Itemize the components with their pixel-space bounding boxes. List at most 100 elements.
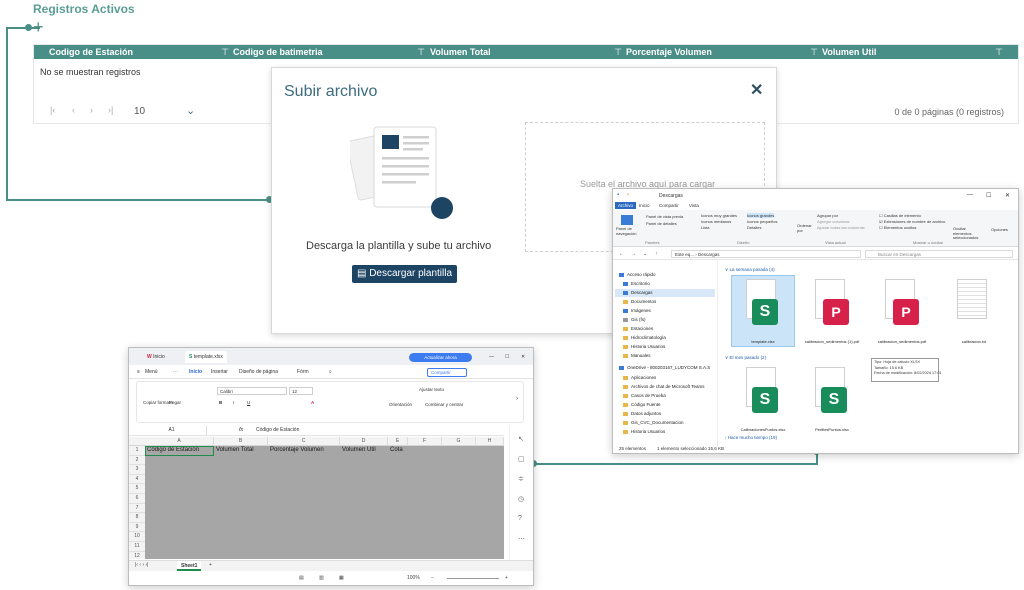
details-view-button[interactable]: Detalles — [747, 225, 761, 230]
font-family-select[interactable]: Calibri — [217, 387, 287, 395]
col-header-a[interactable]: A — [145, 437, 214, 446]
nav-item-hidroclimatologia[interactable]: Hidroclimatología — [623, 335, 666, 340]
tab-compartir[interactable]: Compartir — [659, 203, 679, 208]
nav-item-desktop[interactable]: Escritorio — [623, 281, 650, 286]
chevron-down-icon[interactable]: ⌄ — [186, 104, 195, 117]
nav-item-casos-prueba[interactable]: Casos de Prueba — [623, 393, 666, 398]
col-header-codigo-estacion[interactable]: Codigo de Estación — [49, 45, 133, 59]
upgrade-button[interactable]: Actualizar ahora — [409, 353, 472, 362]
filter-icon[interactable]: ⊤ — [809, 45, 819, 59]
minimize-icon[interactable]: — — [485, 351, 498, 363]
nav-item-estaciones[interactable]: Estaciones — [623, 326, 653, 331]
nav-item-documents[interactable]: Documentos — [623, 299, 656, 304]
more-icon[interactable]: ⋯ — [173, 369, 178, 375]
filter-icon[interactable]: ≑ — [518, 475, 524, 483]
file-calibraciones-puntos-xlsx[interactable]: S CalibracionesPuntos.xlsx — [732, 365, 794, 445]
tab-archivo[interactable]: Archivo — [615, 202, 637, 209]
nav-item-gis[interactable]: Gis (fs) — [623, 317, 646, 322]
tab-template-file[interactable]: S template.xlsx — [185, 351, 227, 363]
col-header-g[interactable]: G — [442, 437, 476, 446]
close-icon[interactable]: ✕ — [517, 351, 529, 363]
filter-icon[interactable]: ⊤ — [613, 45, 623, 59]
row-header[interactable]: 3 — [129, 465, 145, 475]
row-header[interactable]: 2 — [129, 455, 145, 466]
orientation-button[interactable]: Orientación — [389, 402, 412, 407]
large-icons-button[interactable]: Iconos grandes — [747, 213, 775, 218]
col-header-e[interactable]: E — [388, 437, 408, 446]
file-calibracion-txt[interactable]: calibracion.txt — [943, 277, 1005, 357]
tab-home[interactable]: W Inicio — [143, 351, 169, 363]
nav-item-manuales[interactable]: Manuales — [623, 353, 651, 358]
menu-item-diseno[interactable]: Diseño de página — [239, 369, 278, 375]
add-sheet-icon[interactable]: + — [209, 562, 212, 568]
view-normal-icon[interactable]: ▤ — [299, 575, 304, 581]
cell-reference[interactable]: A1 — [137, 426, 207, 435]
row-header[interactable]: 8 — [129, 513, 145, 523]
chevron-down-icon[interactable]: ⌄ — [643, 251, 647, 257]
medium-icons-button[interactable]: Iconos medianos — [701, 219, 731, 224]
close-icon[interactable]: ✕ — [750, 80, 763, 100]
maximize-icon[interactable]: ☐ — [986, 192, 991, 199]
col-header-h[interactable]: H — [476, 437, 504, 446]
filter-icon[interactable]: ⊤ — [220, 45, 230, 59]
underline-button[interactable]: U — [247, 400, 250, 405]
search-input[interactable]: Buscar en Descargas — [865, 250, 1013, 258]
zoom-slider[interactable] — [447, 578, 499, 579]
nav-item-quick-access[interactable]: Acceso rápido — [619, 272, 656, 277]
file-calibracion-sedimentos-1-pdf[interactable]: P calibracion_sedimentos (1).pdf — [801, 277, 863, 357]
col-header-volumen-total[interactable]: Volumen Total — [430, 45, 491, 59]
help-icon[interactable]: ? — [518, 515, 522, 522]
prev-page-icon[interactable]: ‹ — [72, 105, 75, 115]
forward-icon[interactable]: → — [631, 251, 636, 257]
row-header[interactable]: 4 — [129, 474, 145, 485]
zoom-in-icon[interactable]: + — [505, 575, 508, 581]
row-header[interactable]: 6 — [129, 494, 145, 504]
cell-b1[interactable]: Volumen Total — [216, 447, 254, 453]
file-perfiles-puntos-xlsx[interactable]: S PerfilesPuntos.xlsx — [801, 365, 863, 445]
hamburger-icon[interactable]: ≡ — [137, 369, 140, 375]
more-icon[interactable]: ⋯ — [518, 535, 525, 543]
col-header-c[interactable]: C — [268, 437, 340, 446]
cell-e1[interactable]: Cota — [390, 447, 403, 453]
bold-button[interactable]: B — [219, 400, 222, 405]
add-columns-button[interactable]: Agregar columnas — [817, 219, 849, 224]
download-template-button[interactable]: ▤ Descargar plantilla — [352, 265, 457, 283]
group-header-long-ago[interactable]: › Hace mucho tiempo (19) — [725, 435, 777, 440]
file-extensions-toggle[interactable]: ☑ Extensiones de nombre de archivo — [879, 219, 945, 224]
row-header[interactable]: 7 — [129, 503, 145, 514]
zoom-out-icon[interactable]: − — [431, 575, 434, 581]
cell-d1[interactable]: Volumen Util — [342, 447, 376, 453]
share-button[interactable]: Compartir — [427, 368, 467, 377]
sheet-tab[interactable]: Sheet1 — [177, 561, 202, 571]
wrap-text-button[interactable]: Ajustar texto — [419, 387, 444, 392]
col-header-f[interactable]: F — [408, 437, 442, 446]
up-icon[interactable]: ↑ — [655, 251, 658, 257]
extra-large-icons-button[interactable]: Iconos muy grandes — [701, 213, 737, 218]
paste-button[interactable]: Pegar — [169, 400, 181, 405]
search-icon[interactable]: ⌕ — [329, 369, 332, 375]
back-icon[interactable]: ← — [619, 251, 624, 257]
page-size-select[interactable]: 10 — [134, 106, 145, 117]
item-checkboxes-toggle[interactable]: ☐ Casillas de elemento — [879, 213, 921, 218]
zoom-level[interactable]: 100% — [407, 575, 420, 581]
cell-c1[interactable]: Porcentaje Volumen — [270, 447, 324, 453]
col-header-codigo-batimetria[interactable]: Codigo de batimetria — [233, 45, 323, 59]
address-bar[interactable]: Este eq... › Descargas — [671, 250, 861, 258]
italic-button[interactable]: I — [233, 400, 234, 405]
history-icon[interactable]: ◷ — [518, 495, 524, 503]
row-header[interactable]: 10 — [129, 532, 145, 542]
col-header-volumen-util[interactable]: Volumen Util — [822, 45, 876, 59]
details-pane-button[interactable]: Panel de detalles — [646, 221, 677, 226]
navigation-pane-button[interactable]: Panel de navegación — [616, 226, 644, 236]
maximize-icon[interactable]: ☐ — [501, 351, 513, 363]
col-header-porcentaje-volumen[interactable]: Porcentaje Volumen — [626, 45, 712, 59]
nav-item-aplicaciones[interactable]: Aplicaciones — [623, 375, 656, 380]
font-color-button[interactable]: A — [311, 400, 314, 405]
minimize-icon[interactable]: — — [967, 192, 973, 198]
nav-item-codigo-fuente[interactable]: Código Fuente — [623, 402, 661, 407]
row-header[interactable]: 1 — [129, 446, 145, 456]
merge-center-button[interactable]: Combinar y centrar — [425, 402, 463, 407]
tab-vista[interactable]: Vista — [689, 203, 699, 208]
sort-by-button[interactable]: Ordenar por — [797, 223, 813, 233]
col-header-b[interactable]: B — [214, 437, 268, 446]
